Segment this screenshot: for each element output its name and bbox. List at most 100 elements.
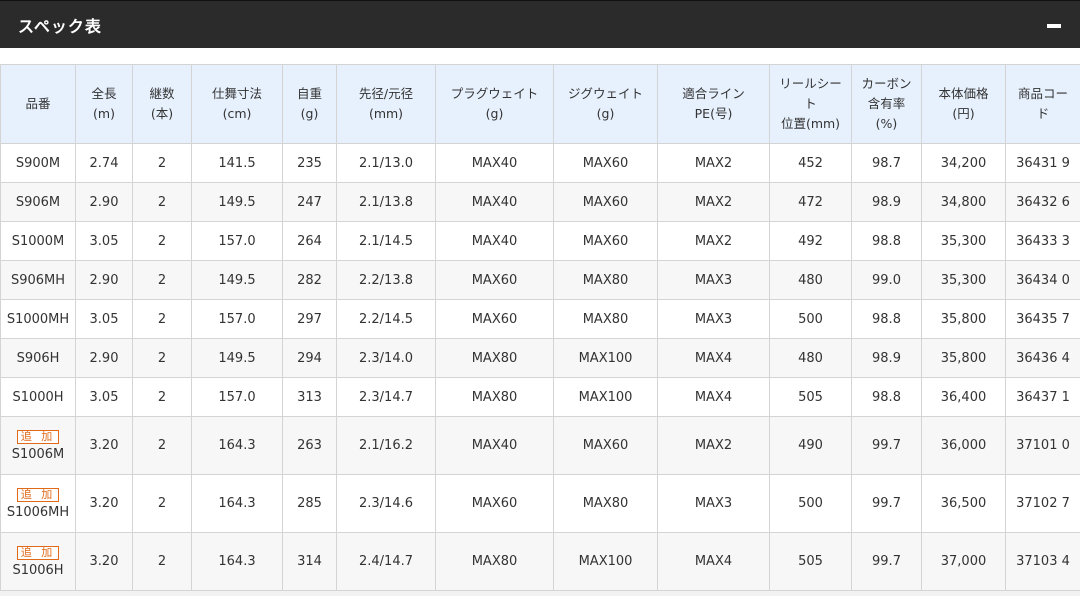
- cell-line: MAX4: [657, 338, 770, 378]
- table-row: S1000M 3.05 2 157.0 264 2.1/14.5 MAX40 MAX60 MAX…: [0, 221, 1080, 261]
- model-cell: S906H: [0, 338, 76, 378]
- column-header-line: 適合ライン: [682, 86, 745, 101]
- column-header-line: ト: [804, 96, 817, 111]
- cell-jig: MAX80: [553, 474, 658, 533]
- cell-reel: 492: [769, 221, 852, 261]
- model-cell: S1000H: [0, 377, 76, 417]
- model-name: S1000M: [11, 233, 65, 249]
- new-badge: 追 加: [16, 546, 60, 560]
- new-badge: 追 加: [16, 430, 60, 444]
- cell-jig: MAX100: [553, 532, 658, 591]
- cell-tip: 2.2/13.8: [336, 260, 436, 300]
- cell-length: 3.05: [75, 299, 133, 339]
- cell-plug: MAX40: [435, 143, 554, 183]
- cell-price: 36,400: [921, 377, 1006, 417]
- cell-reel: 500: [769, 299, 852, 339]
- panel-strip: [0, 48, 1080, 64]
- cell-carbon: 98.8: [851, 221, 922, 261]
- cell-jig: MAX80: [553, 299, 658, 339]
- model-name: S900M: [15, 155, 61, 171]
- cell-weight: 247: [282, 182, 337, 222]
- column-header-line: 先径/元径: [358, 86, 414, 101]
- column-header-line: 商品コー: [1017, 86, 1068, 101]
- cell-length: 3.20: [75, 474, 133, 533]
- cell-length: 2.90: [75, 182, 133, 222]
- column-header: 全長 (m): [75, 64, 133, 144]
- cell-reel: 452: [769, 143, 852, 183]
- column-header: 先径/元径 (mm): [336, 64, 436, 144]
- cell-weight: 294: [282, 338, 337, 378]
- cell-closed: 149.5: [191, 182, 283, 222]
- cell-reel: 480: [769, 338, 852, 378]
- cell-line: MAX2: [657, 182, 770, 222]
- column-header-line: 位置(mm): [780, 116, 841, 131]
- cell-line: MAX3: [657, 299, 770, 339]
- cell-tip: 2.1/13.0: [336, 143, 436, 183]
- cell-length: 2.74: [75, 143, 133, 183]
- cell-plug: MAX40: [435, 182, 554, 222]
- cell-code: 36431 9: [1005, 143, 1080, 183]
- cell-code: 36434 0: [1005, 260, 1080, 300]
- cell-line: MAX2: [657, 416, 770, 475]
- cell-code: 36433 3: [1005, 221, 1080, 261]
- cell-tip: 2.1/16.2: [336, 416, 436, 475]
- table-row: 追 加 S1006H 3.20 2 164.3 314 2.4/14.7 MAX80 MAX10…: [0, 532, 1080, 591]
- cell-weight: 314: [282, 532, 337, 591]
- column-header-line: プラグウェイト: [450, 86, 539, 101]
- cell-jig: MAX100: [553, 377, 658, 417]
- cell-closed: 149.5: [191, 260, 283, 300]
- cell-closed: 141.5: [191, 143, 283, 183]
- cell-price: 35,800: [921, 338, 1006, 378]
- section-title: スペック表: [18, 17, 102, 36]
- cell-pieces: 2: [132, 260, 192, 300]
- table-row: S1000H 3.05 2 157.0 313 2.3/14.7 MAX80 MAX100 MA…: [0, 377, 1080, 417]
- cell-tip: 2.1/13.8: [336, 182, 436, 222]
- cell-reel: 500: [769, 474, 852, 533]
- cell-carbon: 98.9: [851, 182, 922, 222]
- model-name: S1006M: [11, 447, 65, 462]
- column-header-line: 自重: [296, 86, 322, 101]
- cell-line: MAX2: [657, 221, 770, 261]
- cell-closed: 157.0: [191, 377, 283, 417]
- cell-price: 35,300: [921, 221, 1006, 261]
- cell-price: 36,000: [921, 416, 1006, 475]
- cell-tip: 2.3/14.6: [336, 474, 436, 533]
- model-name: S1006H: [12, 563, 64, 578]
- cell-jig: MAX60: [553, 143, 658, 183]
- column-header-line: ジグウェイト: [567, 86, 643, 101]
- cell-pieces: 2: [132, 338, 192, 378]
- cell-plug: MAX40: [435, 221, 554, 261]
- column-header-line: 仕舞寸法: [211, 86, 262, 101]
- column-header-line: (g): [485, 106, 504, 121]
- cell-line: MAX4: [657, 377, 770, 417]
- column-header: 商品コード: [1005, 64, 1080, 144]
- column-header-line: 本体価格: [938, 86, 989, 101]
- cell-weight: 285: [282, 474, 337, 533]
- column-header-line: (mm): [368, 106, 404, 121]
- cell-price: 34,200: [921, 143, 1006, 183]
- column-header-line: リールシー: [779, 76, 842, 91]
- cell-code: 36436 4: [1005, 338, 1080, 378]
- table-row: S906M 2.90 2 149.5 247 2.1/13.8 MAX40 MAX60 MAX2…: [0, 182, 1080, 222]
- cell-weight: 313: [282, 377, 337, 417]
- cell-line: MAX3: [657, 260, 770, 300]
- column-header-line: ド: [1036, 106, 1050, 121]
- cell-closed: 157.0: [191, 299, 283, 339]
- model-cell: S900M: [0, 143, 76, 183]
- minus-icon[interactable]: [1047, 19, 1061, 33]
- column-header: 本体価格 (円): [921, 64, 1006, 144]
- cell-tip: 2.3/14.0: [336, 338, 436, 378]
- cell-length: 3.05: [75, 377, 133, 417]
- cell-tip: 2.1/14.5: [336, 221, 436, 261]
- cell-jig: MAX80: [553, 260, 658, 300]
- model-name: S906M: [15, 194, 61, 210]
- cell-plug: MAX80: [435, 377, 554, 417]
- table-row: 追 加 S1006MH 3.20 2 164.3 285 2.3/14.6 MAX60 MAX8…: [0, 474, 1080, 533]
- column-header: 仕舞寸法 (cm): [191, 64, 283, 144]
- column-header: プラグウェイト (g): [435, 64, 554, 144]
- cell-carbon: 99.7: [851, 532, 922, 591]
- table-row: 追 加 S1006M 3.20 2 164.3 263 2.1/16.2 MAX40 MAX60…: [0, 416, 1080, 475]
- column-header: 自重 (g): [282, 64, 337, 144]
- new-badge: 追 加: [16, 488, 60, 502]
- cell-line: MAX4: [657, 532, 770, 591]
